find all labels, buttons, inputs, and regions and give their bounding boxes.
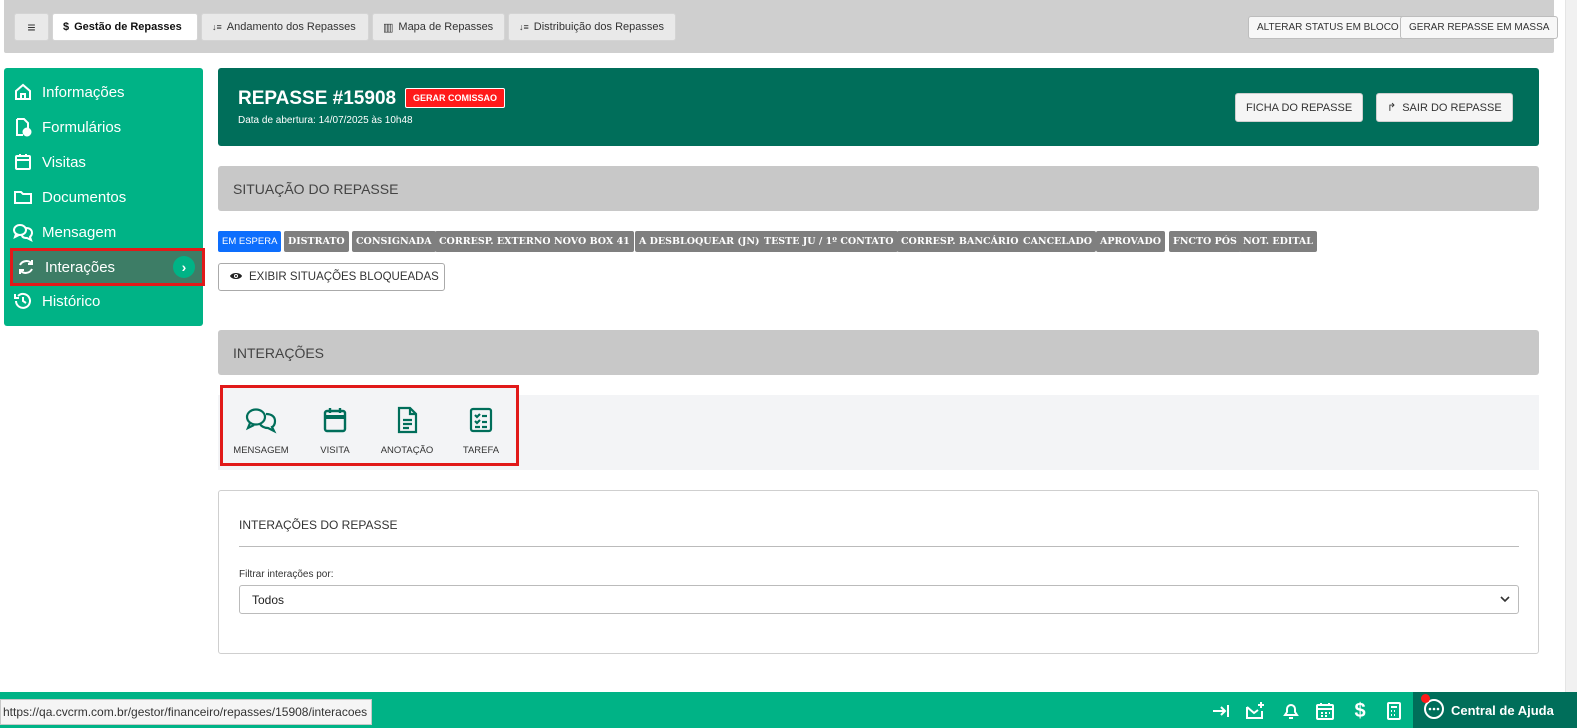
calculator-icon[interactable] (1383, 700, 1405, 722)
share-icon: ↱ (1387, 102, 1397, 114)
action-label: VISITA (320, 445, 350, 456)
sidebar-item-label: Documentos (42, 188, 127, 206)
sidebar-item-formularios[interactable]: Formulários (12, 111, 200, 143)
sidebar-item-label: Mensagem (42, 223, 117, 241)
chat-icon (225, 405, 297, 435)
repasse-header: REPASSE #15908 GERAR COMISSAO Data de ab… (218, 68, 1539, 146)
hamburger-icon: ≡ (27, 19, 36, 35)
refresh-icon (15, 256, 37, 278)
filter-label: Filtrar interações por: (239, 569, 334, 580)
menu-button[interactable]: ≡ (14, 13, 49, 41)
sidebar-item-label: Interações (45, 258, 116, 276)
form-icon (12, 116, 34, 138)
dollar-icon[interactable]: $ (1349, 700, 1371, 722)
status-chip-teste-ju[interactable]: TESTE JU / 1º CONTATO (760, 231, 898, 252)
status-chip-cancelado[interactable]: CANCELADO (1019, 231, 1096, 252)
interaction-actions-highlight: MENSAGEM VISITA ANOTAÇÃO TAREFA (220, 385, 519, 466)
tab-label: Gestão de Repasses (74, 21, 182, 33)
filter-select-value: Todos (252, 592, 285, 607)
calendar-icon (299, 405, 371, 435)
action-anotacao-button[interactable]: ANOTAÇÃO (371, 405, 443, 456)
status-chip-corresp-externo[interactable]: CORRESP. EXTERNO (435, 231, 555, 252)
calendar-icon[interactable] (1314, 700, 1336, 722)
sair-repasse-button[interactable]: ↱ SAIR DO REPASSE (1376, 93, 1513, 122)
gerar-repasse-massa-button[interactable]: GERAR REPASSE EM MASSA (1400, 16, 1559, 39)
notification-dot (1421, 694, 1430, 703)
ficha-repasse-button[interactable]: FICHA DO REPASSE (1235, 93, 1364, 122)
button-label: EXIBIR SITUAÇÕES BLOQUEADAS (249, 271, 439, 283)
button-label: FICHA DO REPASSE (1246, 101, 1353, 114)
status-chip-consignada[interactable]: CONSIGNADA (352, 231, 436, 252)
sidebar-item-label: Histórico (42, 292, 101, 310)
scrollbar[interactable] (1565, 0, 1577, 693)
interacoes-repasse-card: INTERAÇÕES DO REPASSE Filtrar interações… (218, 490, 1539, 654)
tab-mapa-repasses[interactable]: ▥ Mapa de Repasses (372, 13, 505, 41)
sort-icon: ↓≡ (212, 22, 222, 32)
top-toolbar: ≡ $ Gestão de Repasses ↓≡ Andamento dos … (4, 0, 1559, 53)
status-chip-a-desbloquear[interactable]: A DESBLOQUEAR (JN) (635, 231, 764, 252)
sidebar-item-visitas[interactable]: Visitas (12, 146, 200, 178)
action-mensagem-button[interactable]: MENSAGEM (225, 405, 297, 456)
opening-date: Data de abertura: 14/07/2025 às 10h48 (238, 115, 413, 126)
action-label: ANOTAÇÃO (380, 445, 434, 456)
folder-icon (12, 186, 34, 208)
collapse-arrow-icon[interactable] (1210, 700, 1232, 722)
tab-label: Mapa de Repasses (398, 21, 494, 33)
home-icon (12, 81, 34, 103)
sidebar-item-label: Visitas (42, 153, 86, 171)
sidebar-item-label: Formulários (42, 118, 122, 136)
help-label: Central de Ajuda (1451, 702, 1554, 718)
bell-icon[interactable] (1280, 700, 1302, 722)
tab-gestao-repasses[interactable]: $ Gestão de Repasses (52, 13, 198, 41)
history-icon (12, 290, 34, 312)
tab-label: Distribuição dos Repasses (533, 21, 664, 33)
action-visita-button[interactable]: VISITA (299, 405, 371, 456)
divider (239, 546, 1519, 547)
filter-select[interactable]: Todos (239, 585, 1519, 614)
chat-icon (12, 221, 34, 243)
button-label: SAIR DO REPASSE (1402, 101, 1502, 114)
action-tarefa-button[interactable]: TAREFA (445, 405, 517, 456)
dollar-icon: $ (63, 21, 70, 33)
document-icon (371, 405, 443, 435)
situacao-section-title: SITUAÇÃO DO REPASSE (218, 166, 1539, 211)
page-title: REPASSE #15908 (238, 88, 397, 109)
sidebar-item-label: Informações (42, 83, 125, 101)
sort-icon: ↓≡ (519, 22, 529, 32)
gerar-comissao-badge[interactable]: GERAR COMISSAO (405, 88, 506, 108)
sidebar-item-documentos[interactable]: Documentos (12, 181, 200, 213)
status-chip-distrato[interactable]: DISTRATO (284, 231, 349, 252)
interacoes-section-title: INTERAÇÕES (218, 330, 1539, 375)
sidebar-item-mensagem[interactable]: Mensagem (12, 216, 200, 248)
chevron-down-icon (1498, 592, 1512, 609)
calendar-icon (12, 151, 34, 173)
card-title: INTERAÇÕES DO REPASSE (239, 518, 398, 532)
status-chip-corresp-bancario[interactable]: CORRESP. BANCÁRIO (897, 231, 1023, 252)
tab-label: Andamento dos Repasses (226, 21, 356, 33)
sidebar-item-historico[interactable]: Histórico (12, 285, 200, 317)
eye-icon (229, 271, 243, 284)
sidebar: Informações Formulários Visitas Document… (4, 68, 205, 326)
tab-andamento-repasses[interactable]: ↓≡ Andamento dos Repasses (201, 13, 369, 41)
status-url: https://qa.cvcrm.com.br/gestor/financeir… (0, 699, 373, 725)
status-chip-em-espera[interactable]: EM ESPERA (218, 231, 282, 252)
alterar-status-bloco-button[interactable]: ALTERAR STATUS EM BLOCO (1248, 16, 1408, 39)
central-ajuda-button[interactable]: Central de Ajuda (1413, 692, 1577, 728)
checklist-icon (445, 405, 517, 435)
map-icon: ▥ (383, 21, 394, 34)
action-label: TAREFA (462, 445, 500, 456)
chevron-right-icon: › (173, 256, 195, 278)
action-label: MENSAGEM (233, 445, 289, 456)
mail-plus-icon[interactable] (1245, 700, 1267, 722)
status-chip-aprovado[interactable]: APROVADO (1096, 231, 1166, 252)
sidebar-item-informacoes[interactable]: Informações (12, 76, 200, 108)
sidebar-item-interacoes[interactable]: Interações › (10, 248, 205, 286)
exibir-situacoes-bloqueadas-button[interactable]: EXIBIR SITUAÇÕES BLOQUEADAS (218, 263, 445, 291)
status-chip-not-edital[interactable]: NOT. EDITAL (1239, 231, 1317, 252)
status-chip-fncto-pos[interactable]: FNCTO PÓS (1169, 231, 1241, 252)
tab-distribuicao-repasses[interactable]: ↓≡ Distribuição dos Repasses (508, 13, 676, 41)
status-chip-novo-box-41[interactable]: NOVO BOX 41 (550, 231, 634, 252)
